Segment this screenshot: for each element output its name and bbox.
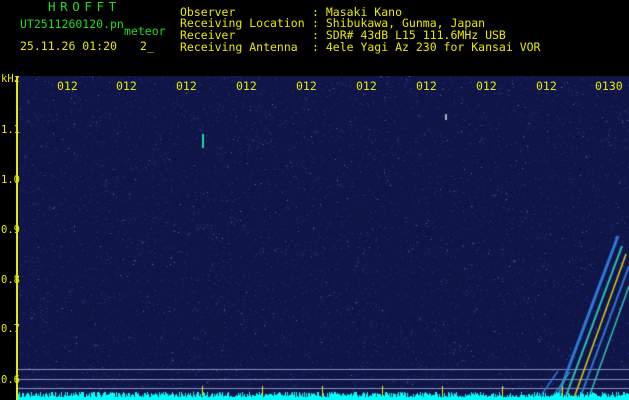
antenna-value: : 4ele Yagi Az 230 for Kansai VOR [312,40,541,54]
spectrogram [18,76,629,400]
x-tick-label: 012 [536,79,557,93]
x-tick-label: 012 [416,79,437,93]
y-tick-label: 1.0 [1,174,20,186]
x-tick-label: 012 [116,79,137,93]
antenna-label: Receiving Antenna [180,40,298,54]
meteor-count: 2_ [140,39,154,53]
y-tick-label: 0.7 [1,323,20,335]
datetime-label: 25.11.26 01:20 [20,39,117,53]
y-tick-label: 0.8 [1,274,20,286]
x-tick-label: 012 [356,79,377,93]
app-title: HROFFT [48,0,121,14]
x-tick-label: 012 [236,79,257,93]
y-tick-label: 0.9 [1,224,20,236]
x-tick-label: 012 [176,79,197,93]
x-tick-label: 012 [296,79,317,93]
x-tick-label: 012 [476,79,497,93]
x-tick-label: 012 [57,79,78,93]
x-tick-label: 0130 [595,79,623,93]
y-tick-label: 0.6 [1,374,20,386]
y-unit-label: kHz [1,73,20,85]
spectrogram-canvas [18,76,629,400]
filename-label: UT2511260120.pn [20,17,124,31]
y-tick-label: 1.1 [1,124,20,136]
meteor-label: meteor [124,24,166,38]
